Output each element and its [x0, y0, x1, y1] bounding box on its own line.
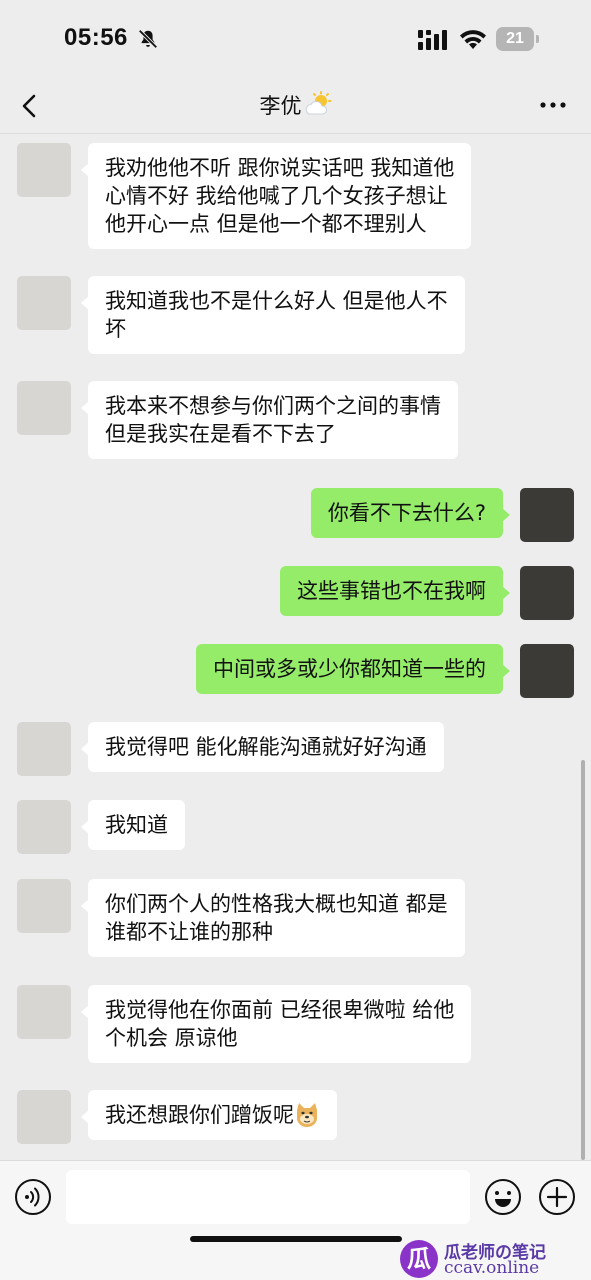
emoji-icon[interactable] [484, 1178, 522, 1216]
contact-avatar[interactable] [17, 722, 71, 776]
contact-name: 李优 [259, 94, 302, 118]
battery-icon: 21 [496, 27, 540, 51]
message-bubble[interactable]: 这些事错也不在我啊 [280, 566, 510, 616]
self-avatar[interactable] [520, 488, 574, 542]
watermark: 瓜 瓜老师の笔记 ccav.online [400, 1238, 591, 1280]
self-avatar[interactable] [520, 644, 574, 698]
bell-slash-icon [138, 29, 158, 49]
contact-avatar[interactable] [17, 143, 71, 197]
scrollbar[interactable] [581, 760, 585, 1160]
wifi-icon [460, 30, 486, 49]
watermark-url: ccav.online [444, 1258, 540, 1278]
contact-avatar[interactable] [17, 879, 71, 933]
plus-icon[interactable] [538, 1178, 576, 1216]
voice-icon[interactable] [14, 1178, 52, 1216]
contact-avatar[interactable] [17, 381, 71, 435]
watermark-logo: 瓜 [400, 1240, 438, 1278]
home-indicator[interactable] [190, 1236, 402, 1242]
message-bubble[interactable]: 我觉得吧 能化解能沟通就好好沟通 [81, 722, 444, 772]
more-dots-icon[interactable] [536, 94, 570, 116]
message-bubble[interactable]: 我知道 [81, 800, 185, 850]
message-bubble[interactable]: 我觉得他在你面前 已经很卑微啦 给他 个机会 原谅他 [80, 985, 472, 1063]
contact-avatar[interactable] [17, 985, 71, 1039]
message-bubble[interactable]: 中间或多或少你都知道一些的 [196, 644, 510, 694]
cellular-signal-icon [418, 30, 447, 50]
contact-avatar[interactable] [17, 1090, 71, 1144]
sun-cloud-emoji [305, 91, 331, 115]
chat-header: 李优 [0, 80, 591, 134]
self-avatar[interactable] [520, 566, 574, 620]
message-list[interactable]: 我劝他他不听 跟你说实话吧 我知道他 心情不好 我给他喊了几个女孩子想让 他开心一点… [0, 135, 591, 1160]
contact-avatar[interactable] [17, 800, 71, 854]
message-input[interactable] [66, 1170, 470, 1224]
status-bar: 05:56 21 [0, 0, 591, 80]
message-text: 我还想跟你们蹭饭呢 [105, 1103, 294, 1127]
message-bubble[interactable]: 我本来不想参与你们两个之间的事情 但是我实在是看不下去了 [81, 381, 458, 459]
message-bubble[interactable]: 我劝他他不听 跟你说实话吧 我知道他 心情不好 我给他喊了几个女孩子想让 他开心一点… [80, 143, 472, 249]
message-bubble[interactable]: 我还想跟你们蹭饭呢 [81, 1090, 337, 1140]
contact-avatar[interactable] [17, 276, 71, 330]
message-bubble[interactable]: 我知道我也不是什么好人 但是他人不坏 [81, 276, 465, 354]
battery-level: 21 [506, 30, 524, 47]
doge-emoji [297, 1103, 317, 1127]
status-time: 05:56 [64, 24, 128, 51]
chat-title: 李优 [0, 90, 591, 120]
message-bubble[interactable]: 你们两个人的性格我大概也知道 都是 谁都不让谁的那种 [81, 879, 465, 957]
message-bubble[interactable]: 你看不下去什么? [310, 488, 511, 538]
